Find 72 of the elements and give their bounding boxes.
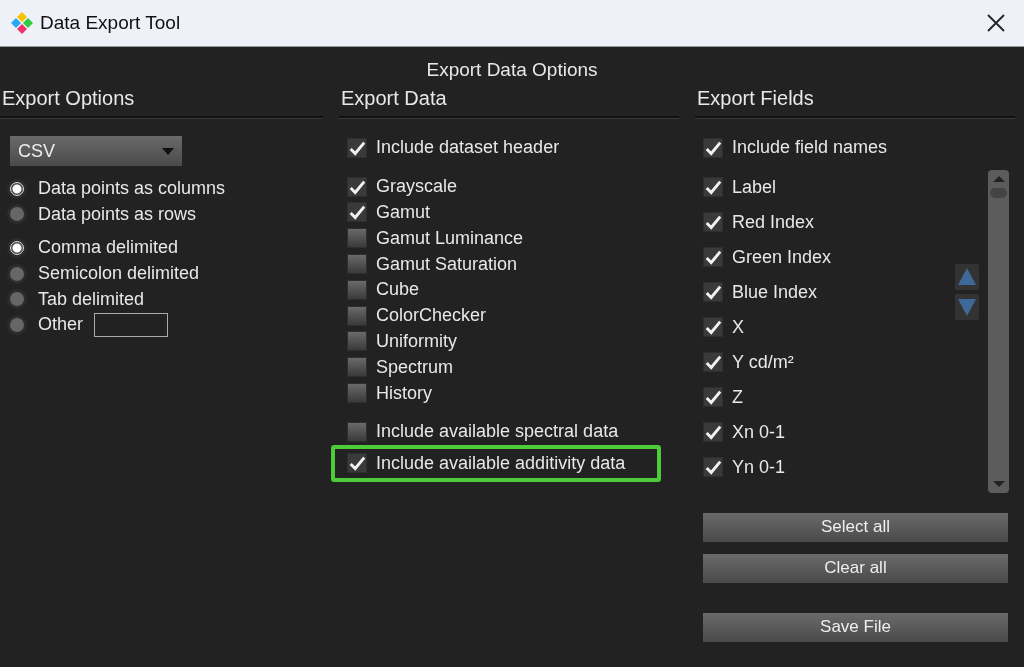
radio-label: Semicolon delimited: [38, 263, 200, 285]
checkbox[interactable]: [703, 282, 723, 303]
checkbox[interactable]: [347, 137, 367, 158]
checkbox[interactable]: [347, 176, 367, 197]
checkbox[interactable]: [347, 383, 367, 404]
checkbox[interactable]: [703, 387, 723, 408]
dialog-heading: Export Data Options: [425, 58, 599, 82]
radio-label: Comma delimited: [38, 237, 179, 259]
checkbox[interactable]: [347, 254, 367, 275]
other-input-field[interactable]: [94, 312, 169, 337]
checkbox-label: Gamut Saturation: [376, 253, 518, 275]
checkbox-label: History: [376, 382, 432, 404]
radio-button[interactable]: [10, 266, 24, 281]
checkbox-label: Include available additivity data: [376, 452, 626, 474]
move-up-icon[interactable]: [955, 263, 979, 290]
checkbox-label: Cube: [376, 279, 420, 301]
move-down-icon[interactable]: [955, 293, 979, 320]
checkbox[interactable]: [703, 247, 723, 268]
checkbox-label: Label: [732, 176, 777, 198]
checkbox-label: Green Index: [732, 246, 832, 268]
checkbox-label: X: [732, 316, 744, 338]
window-title: Data Export Tool: [40, 12, 182, 34]
checkbox-label: Yn 0-1: [732, 456, 786, 478]
action-button[interactable]: Select all: [703, 512, 1008, 542]
radio-button[interactable]: [10, 241, 24, 255]
checkbox-label: Blue Index: [732, 281, 818, 303]
checkbox[interactable]: [347, 357, 367, 378]
checkbox-label: Gamut: [376, 202, 431, 223]
checkbox-label: Uniformity: [376, 330, 457, 352]
radio-button[interactable]: [10, 292, 24, 307]
radio-button[interactable]: [10, 207, 24, 222]
checkbox[interactable]: [347, 279, 367, 300]
radio-button[interactable]: [10, 181, 24, 196]
checkbox[interactable]: [347, 453, 367, 474]
checkbox[interactable]: [347, 421, 367, 442]
checkbox[interactable]: [347, 228, 367, 249]
checkbox-label: Red Index: [732, 211, 815, 233]
checkbox[interactable]: [347, 202, 367, 223]
checkbox[interactable]: [703, 352, 723, 373]
checkbox[interactable]: [703, 317, 723, 338]
radio-label: Other: [38, 314, 84, 336]
caret-icon: [162, 147, 174, 155]
checkbox-label: Include dataset header: [376, 137, 560, 159]
action-button[interactable]: Clear all: [703, 553, 1008, 583]
close-icon[interactable]: [986, 13, 1006, 33]
checkbox-label: Gamut Luminance: [376, 227, 524, 249]
checkbox[interactable]: [703, 422, 723, 443]
radio-button[interactable]: [10, 317, 24, 332]
section-title: Export Fields: [696, 86, 815, 111]
checkbox[interactable]: [703, 177, 723, 198]
checkbox-label: Z: [732, 386, 743, 408]
checkbox-label: Grayscale: [376, 176, 458, 198]
format-dropdown[interactable]: CSV: [10, 136, 182, 166]
radio-label: Tab delimited: [38, 288, 145, 310]
checkbox[interactable]: [703, 212, 723, 233]
checkbox-label: Include available spectral data: [376, 421, 619, 443]
checkbox-label: ColorChecker: [376, 305, 487, 327]
checkbox-label: Xn 0-1: [732, 421, 786, 443]
checkbox[interactable]: [347, 331, 367, 352]
checkbox[interactable]: [703, 137, 723, 158]
app-logo-icon: [10, 11, 34, 35]
radio-label: Data points as columns: [38, 178, 226, 200]
checkbox[interactable]: [347, 305, 367, 326]
section-title: Export Data: [340, 86, 448, 111]
radio-label: Data points as rows: [38, 203, 197, 225]
checkbox[interactable]: [703, 457, 723, 478]
checkbox-label: Include field names: [732, 137, 888, 159]
section-title: Export Options: [1, 86, 136, 111]
scrollbar[interactable]: [988, 169, 1009, 493]
action-button[interactable]: Save File: [703, 612, 1008, 642]
checkbox-label: Spectrum: [376, 356, 454, 378]
checkbox-label: Y cd/m²: [732, 351, 794, 373]
